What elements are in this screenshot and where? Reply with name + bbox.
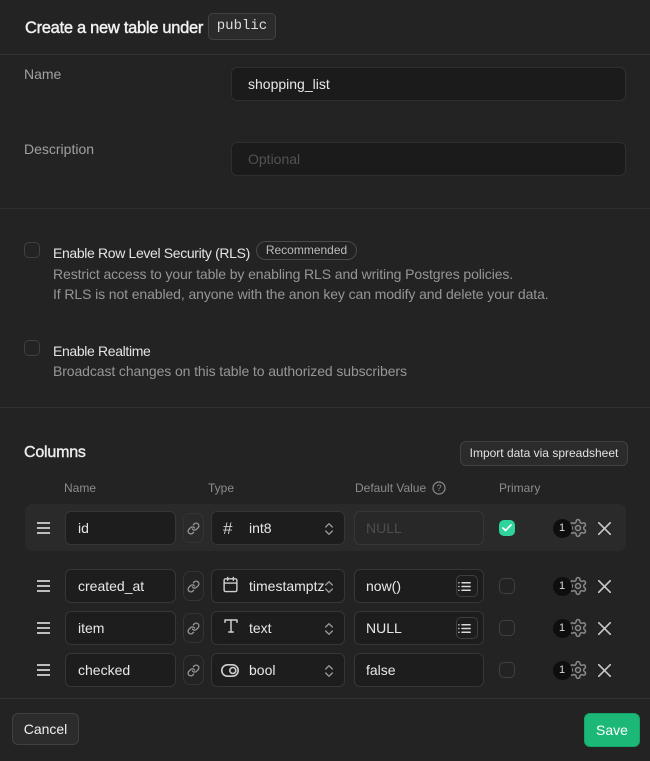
svg-text:?: ?: [436, 483, 441, 493]
